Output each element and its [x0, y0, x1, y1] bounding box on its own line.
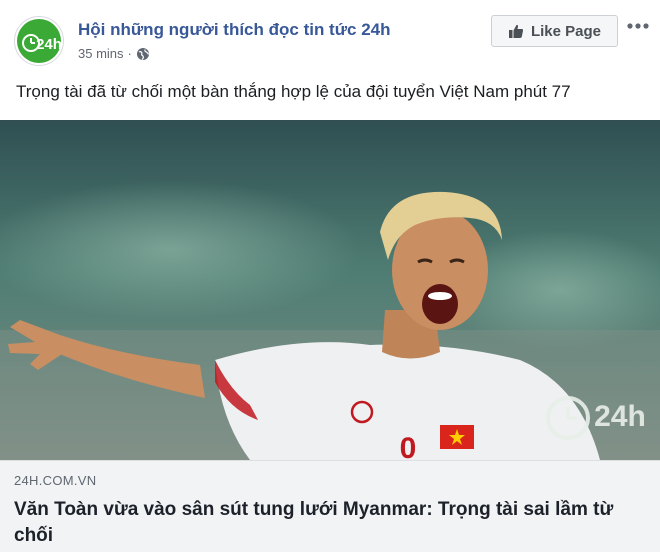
link-preview-image[interactable]: 0 24h	[0, 120, 660, 460]
avatar-logo-text: 24h	[36, 36, 62, 53]
post-timestamp[interactable]: 35 mins	[78, 46, 124, 61]
logo-24h-icon: 24h	[17, 19, 62, 63]
link-domain: 24H.COM.VN	[14, 473, 97, 488]
like-page-label: Like Page	[530, 22, 602, 40]
jersey-number: 0	[400, 432, 417, 460]
link-info[interactable]: 24H.COM.VN Văn Toàn vừa vào sân sút tung…	[0, 460, 660, 552]
page-avatar[interactable]: 24h	[14, 16, 64, 66]
post-message: Trọng tài đã từ chối một bàn thắng hợp l…	[16, 82, 571, 101]
more-options-icon	[627, 23, 649, 29]
football-player-photo: 0 24h	[0, 120, 660, 460]
like-page-button[interactable]: Like Page	[491, 15, 618, 47]
watermark-text: 24h	[594, 400, 646, 433]
globe-icon	[136, 47, 149, 60]
page-name-link[interactable]: Hội những người thích đọc tin tức 24h	[78, 20, 391, 40]
post-header: 24h Hội những người thích đọc tin tức 24…	[0, 0, 660, 76]
thumbs-up-icon	[508, 24, 523, 38]
meta-separator: ·	[127, 46, 132, 61]
post-meta: 35 mins ·	[78, 46, 150, 61]
facebook-post: 24h Hội những người thích đọc tin tức 24…	[0, 0, 660, 552]
link-title[interactable]: Văn Toàn vừa vào sân sút tung lưới Myanm…	[14, 497, 642, 549]
more-options-button[interactable]	[624, 15, 652, 37]
